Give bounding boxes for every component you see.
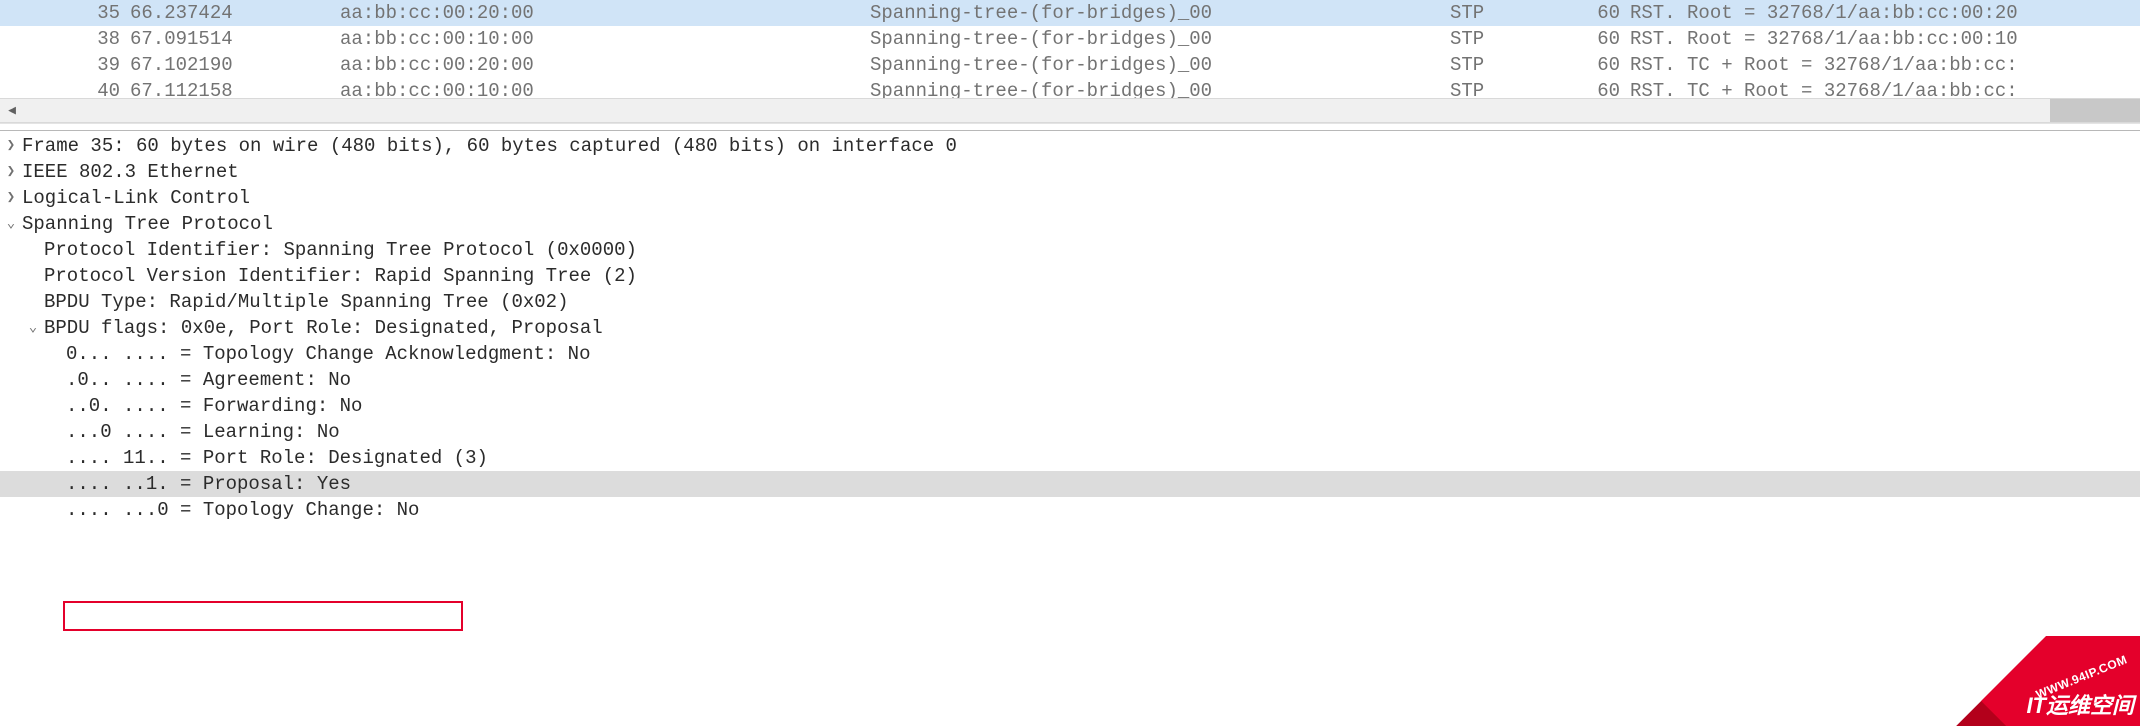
tree-label: Frame 35: 60 bytes on wire (480 bits), 6… [22,133,957,159]
col-protocol: STP [1440,0,1570,26]
col-length: 60 [1570,26,1620,52]
tree-stp[interactable]: ⌄ Spanning Tree Protocol [0,211,2140,237]
chevron-right-icon[interactable]: ❯ [0,133,22,159]
scroll-thumb[interactable] [2050,99,2140,122]
packet-row[interactable]: 40 67.112158 aa:bb:cc:00:10:00 Spanning-… [0,78,2140,98]
col-destination: Spanning-tree-(for-bridges)_00 [860,52,1440,78]
col-time: 66.237424 [120,0,330,26]
tree-label: ..0. .... = Forwarding: No [66,393,362,419]
tree-label: BPDU Type: Rapid/Multiple Spanning Tree … [44,289,569,315]
tree-flag-tc[interactable]: .... ...0 = Topology Change: No [0,497,2140,523]
tree-label: IEEE 802.3 Ethernet [22,159,239,185]
tree-flag-forwarding[interactable]: ..0. .... = Forwarding: No [0,393,2140,419]
tree-label: ...0 .... = Learning: No [66,419,340,445]
col-source: aa:bb:cc:00:10:00 [330,78,860,98]
col-info: RST. TC + Root = 32768/1/aa:bb:cc: [1620,78,2140,98]
tree-label: 0... .... = Topology Change Acknowledgme… [66,341,591,367]
col-info: RST. Root = 32768/1/aa:bb:cc:00:10 [1620,26,2140,52]
col-length: 60 [1570,52,1620,78]
col-source: aa:bb:cc:00:20:00 [330,0,860,26]
col-destination: Spanning-tree-(for-bridges)_00 [860,26,1440,52]
col-source: aa:bb:cc:00:20:00 [330,52,860,78]
col-time: 67.102190 [120,52,330,78]
col-no: 38 [20,26,120,52]
col-no: 39 [20,52,120,78]
tree-ethernet[interactable]: ❯ IEEE 802.3 Ethernet [0,159,2140,185]
col-length: 60 [1570,78,1620,98]
tree-flag-agreement[interactable]: .0.. .... = Agreement: No [0,367,2140,393]
packet-list[interactable]: 35 66.237424 aa:bb:cc:00:20:00 Spanning-… [0,0,2140,98]
tree-label: .... ..1. = Proposal: Yes [66,471,351,497]
col-protocol: STP [1440,52,1570,78]
tree-flag-portrole[interactable]: .... 11.. = Port Role: Designated (3) [0,445,2140,471]
packet-row[interactable]: 35 66.237424 aa:bb:cc:00:20:00 Spanning-… [0,0,2140,26]
tree-stp-bpdutype[interactable]: BPDU Type: Rapid/Multiple Spanning Tree … [0,289,2140,315]
col-no: 35 [20,0,120,26]
pane-splitter[interactable] [0,123,2140,131]
col-info: RST. TC + Root = 32768/1/aa:bb:cc: [1620,52,2140,78]
tree-frame[interactable]: ❯ Frame 35: 60 bytes on wire (480 bits),… [0,133,2140,159]
col-time: 67.091514 [120,26,330,52]
col-length: 60 [1570,0,1620,26]
tree-label: .... ...0 = Topology Change: No [66,497,419,523]
tree-stp-protover[interactable]: Protocol Version Identifier: Rapid Spann… [0,263,2140,289]
chevron-down-icon[interactable]: ⌄ [22,315,44,341]
col-source: aa:bb:cc:00:10:00 [330,26,860,52]
packet-row[interactable]: 39 67.102190 aa:bb:cc:00:20:00 Spanning-… [0,52,2140,78]
tree-label: BPDU flags: 0x0e, Port Role: Designated,… [44,315,603,341]
tree-label: .0.. .... = Agreement: No [66,367,351,393]
tree-flag-proposal[interactable]: .... ..1. = Proposal: Yes [0,471,2140,497]
tree-flag-learning[interactable]: ...0 .... = Learning: No [0,419,2140,445]
col-protocol: STP [1440,78,1570,98]
packet-row[interactable]: 38 67.091514 aa:bb:cc:00:10:00 Spanning-… [0,26,2140,52]
col-protocol: STP [1440,26,1570,52]
tree-label: .... 11.. = Port Role: Designated (3) [66,445,488,471]
tree-stp-protoid[interactable]: Protocol Identifier: Spanning Tree Proto… [0,237,2140,263]
col-time: 67.112158 [120,78,330,98]
tree-flag-tca[interactable]: 0... .... = Topology Change Acknowledgme… [0,341,2140,367]
packet-details-pane[interactable]: ❯ Frame 35: 60 bytes on wire (480 bits),… [0,131,2140,721]
col-info: RST. Root = 32768/1/aa:bb:cc:00:20 [1620,0,2140,26]
tree-llc[interactable]: ❯ Logical-Link Control [0,185,2140,211]
tree-stp-flags[interactable]: ⌄ BPDU flags: 0x0e, Port Role: Designate… [0,315,2140,341]
annotation-box [63,601,463,631]
scroll-left-icon[interactable]: ◀ [0,99,24,122]
chevron-right-icon[interactable]: ❯ [0,159,22,185]
tree-label: Protocol Version Identifier: Rapid Spann… [44,263,637,289]
col-destination: Spanning-tree-(for-bridges)_00 [860,0,1440,26]
chevron-down-icon[interactable]: ⌄ [0,211,22,237]
col-no: 40 [20,78,120,98]
tree-label: Spanning Tree Protocol [22,211,273,237]
chevron-right-icon[interactable]: ❯ [0,185,22,211]
tree-label: Protocol Identifier: Spanning Tree Proto… [44,237,637,263]
horizontal-scrollbar[interactable]: ◀ [0,98,2140,123]
tree-label: Logical-Link Control [22,185,250,211]
col-destination: Spanning-tree-(for-bridges)_00 [860,78,1440,98]
